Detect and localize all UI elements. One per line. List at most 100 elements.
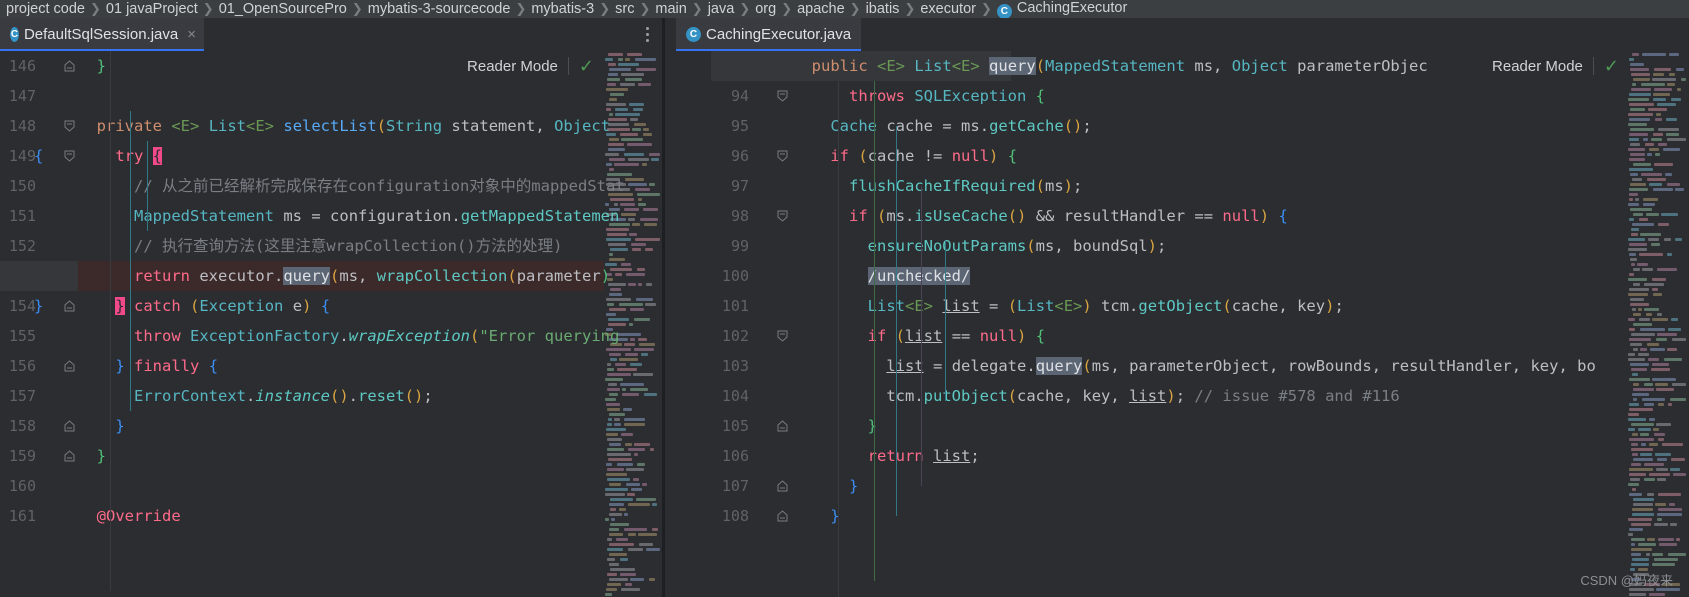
- code-line[interactable]: if (ms.isUseCache() && resultHandler == …: [793, 201, 1288, 231]
- minimap-code-line: [624, 343, 635, 346]
- code-line[interactable]: return list;: [793, 441, 980, 471]
- gutter-right[interactable]: 93O↑949596979899100101102103104105106107…: [711, 51, 793, 597]
- breadcrumb-item-main[interactable]: main: [651, 1, 690, 17]
- fold-marker[interactable]: [777, 480, 788, 495]
- code-line[interactable]: /unchecked/: [793, 261, 971, 291]
- code-line[interactable]: ensureNoOutParams(ms, boundSql);: [793, 231, 1167, 261]
- minimap-code-line: [626, 273, 645, 276]
- minimap-code-line: [1675, 238, 1682, 241]
- minimap-code-line: [642, 483, 647, 486]
- minimap-code-line: [1633, 388, 1654, 391]
- fold-marker[interactable]: [64, 150, 75, 165]
- reader-mode-widget-left[interactable]: Reader Mode ✓: [459, 51, 602, 81]
- minimap-code-line: [1649, 418, 1655, 421]
- fold-marker[interactable]: [64, 420, 75, 435]
- breadcrumb-item-executor[interactable]: executor: [916, 1, 980, 17]
- minimap-code-line: [1657, 103, 1676, 106]
- breadcrumb-item-project-code[interactable]: project code: [2, 1, 89, 17]
- code-line[interactable]: List<E> list = (List<E>) tcm.getObject(c…: [793, 291, 1344, 321]
- breadcrumb-item-java[interactable]: java: [704, 1, 739, 17]
- fold-marker[interactable]: [777, 150, 788, 165]
- code-line[interactable]: }: [793, 411, 877, 441]
- code-line[interactable]: }: [793, 501, 839, 531]
- breadcrumb-item-mybatis-3-sourcecode[interactable]: mybatis-3-sourcecode: [364, 1, 515, 17]
- fold-marker[interactable]: [777, 330, 788, 345]
- fold-marker[interactable]: [64, 300, 75, 315]
- inspection-ok-icon[interactable]: ✓: [579, 57, 594, 75]
- fold-marker[interactable]: [64, 120, 75, 135]
- code-line[interactable]: }: [78, 51, 106, 81]
- minimap-code-line: [1629, 593, 1646, 596]
- minimap-code-line: [606, 163, 612, 166]
- code-line[interactable]: }: [78, 441, 106, 471]
- breadcrumb-item-src[interactable]: src: [611, 1, 638, 17]
- minimap-right-gutterstrip[interactable]: [665, 51, 711, 597]
- code-line[interactable]: try {: [78, 141, 163, 171]
- minimap-code-line: [1654, 68, 1671, 71]
- code-line[interactable]: }: [78, 411, 124, 441]
- tab-caching-executor[interactable]: C CachingExecutor.java: [676, 18, 861, 51]
- code-line[interactable]: private <E> List<E> selectList(String st…: [78, 111, 610, 141]
- breadcrumb-item-01-opensourcepro[interactable]: 01_OpenSourcePro: [215, 1, 351, 17]
- fold-marker[interactable]: [64, 60, 75, 75]
- minimap-code-line: [628, 503, 650, 506]
- breadcrumb[interactable]: project code ❯ 01 javaProject ❯ 01_OpenSourc…: [0, 0, 1689, 18]
- minimap-code-line: [643, 133, 652, 136]
- code-line[interactable]: // 执行查询方法(这里注意wrapCollection()方法的处理): [78, 231, 562, 261]
- code-line[interactable]: if (cache != null) {: [793, 141, 1017, 171]
- editor-pane-left[interactable]: 146147148149{150151152153154}15515615715…: [0, 51, 662, 597]
- minimap-code-line: [1666, 118, 1677, 121]
- code-line[interactable]: ErrorContext.instance().reset();: [78, 381, 433, 411]
- code-line[interactable]: flushCacheIfRequired(ms);: [793, 171, 1082, 201]
- minimap-code-line: [608, 243, 626, 246]
- minimap-code-line: [607, 438, 622, 441]
- minimap-code-line: [609, 68, 631, 71]
- line-number: 160: [8, 477, 36, 495]
- code-line[interactable]: }: [793, 471, 858, 501]
- breadcrumb-separator: ❯: [515, 1, 527, 16]
- gutter-left[interactable]: 146147148149{150151152153154}15515615715…: [0, 51, 78, 597]
- breadcrumb-item-cachingexecutor[interactable]: C CachingExecutor: [993, 0, 1131, 18]
- minimap-code-line: [624, 423, 645, 426]
- code-line[interactable]: public <E> List<E> query(MappedStatement…: [793, 51, 1428, 81]
- minimap-code-line: [1629, 253, 1636, 256]
- breadcrumb-item-label: 01_OpenSourcePro: [218, 1, 347, 17]
- minimap-code-line: [617, 333, 641, 336]
- breadcrumb-separator: ❯: [639, 1, 651, 16]
- close-icon[interactable]: ×: [187, 26, 196, 43]
- reader-mode-widget-right[interactable]: Reader Mode ✓: [1484, 51, 1627, 81]
- minimap-code-line: [615, 108, 628, 111]
- code-line[interactable]: @Override: [78, 501, 181, 531]
- inspection-ok-icon[interactable]: ✓: [1604, 57, 1619, 75]
- kebab-menu-icon[interactable]: [646, 27, 649, 42]
- fold-marker[interactable]: [777, 420, 788, 435]
- code-line[interactable]: tcm.putObject(cache, key, list); // issu…: [793, 381, 1399, 411]
- code-line[interactable]: return executor.query(ms, wrapCollection…: [78, 261, 610, 291]
- minimap-code-line: [1649, 443, 1658, 446]
- code-line[interactable]: throws SQLException {: [793, 81, 1045, 111]
- breadcrumb-item-org[interactable]: org: [751, 1, 780, 17]
- code-line[interactable]: if (list == null) {: [793, 321, 1045, 351]
- minimap-right[interactable]: [1627, 51, 1689, 597]
- minimap-code-line: [610, 268, 632, 271]
- fold-marker[interactable]: [64, 360, 75, 375]
- code-line[interactable]: // 从之前已经解析完成保存在configuration对象中的mappedSt…: [78, 171, 625, 201]
- minimap-code-line: [1629, 378, 1650, 381]
- fold-marker[interactable]: [777, 210, 788, 225]
- fold-marker[interactable]: [64, 450, 75, 465]
- breadcrumb-item-ibatis[interactable]: ibatis: [862, 1, 904, 17]
- fold-marker[interactable]: [777, 510, 788, 525]
- minimap-code-line: [1632, 53, 1639, 56]
- editor-pane-right[interactable]: 93O↑949596979899100101102103104105106107…: [665, 51, 1689, 597]
- code-line[interactable]: throw ExceptionFactory.wrapException("Er…: [78, 321, 619, 351]
- breadcrumb-item-01-javaproject[interactable]: 01 javaProject: [102, 1, 202, 17]
- code-line[interactable]: list = delegate.query(ms, parameterObjec…: [793, 351, 1596, 381]
- tab-default-sql-session[interactable]: C DefaultSqlSession.java ×: [0, 18, 204, 51]
- code-line[interactable]: } finally {: [78, 351, 218, 381]
- code-line[interactable]: MappedStatement ms = configuration.getMa…: [78, 201, 619, 231]
- fold-marker[interactable]: [777, 90, 788, 105]
- breadcrumb-item-apache[interactable]: apache: [793, 1, 849, 17]
- breadcrumb-item-mybatis-3[interactable]: mybatis-3: [527, 1, 598, 17]
- minimap-code-line: [1630, 153, 1645, 156]
- code-line[interactable]: } catch (Exception e) {: [78, 291, 330, 321]
